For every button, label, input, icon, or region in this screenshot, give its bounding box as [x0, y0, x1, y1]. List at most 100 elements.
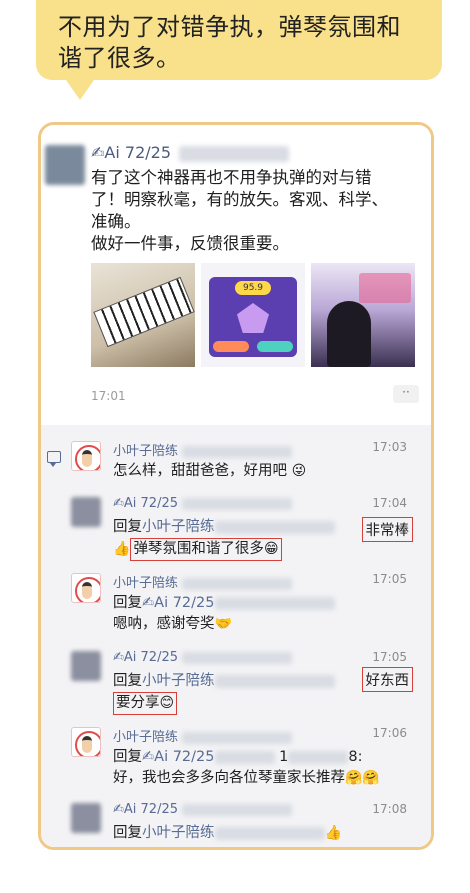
comment-author[interactable]: ✍Ai 72/25: [113, 650, 292, 665]
piano-keys: [93, 276, 195, 348]
post-text: 有了这个神器再也不用争执弹的对与错 了！明察秋毫，有的放矢。客观、科学、 准确。…: [91, 167, 421, 255]
post-image-app-score[interactable]: 95.9: [201, 263, 305, 367]
reply-to-link[interactable]: 小叶子陪练: [142, 673, 215, 689]
callout-line-1: 不用为了对错争执，弹琴氛围和: [58, 13, 401, 41]
redacted-text: [214, 674, 335, 688]
highlighted-text: 要分享: [116, 695, 160, 711]
comment-author-name[interactable]: ✍Ai 72/25: [113, 802, 178, 817]
avatar[interactable]: [71, 803, 101, 833]
redacted-name: [182, 731, 293, 744]
hug-emoji-icon: 🤗🤗: [345, 770, 380, 786]
avatar[interactable]: [71, 497, 101, 527]
reply-prefix: 回复: [113, 749, 142, 765]
reply-partial-text: 1: [279, 749, 289, 765]
post-image-poster[interactable]: [311, 263, 415, 367]
comment-author-name[interactable]: ✍Ai 72/25: [113, 650, 178, 665]
tongue-out-emoji-icon: 😜: [291, 463, 307, 479]
reply-to-link[interactable]: ✍Ai 72/25: [142, 749, 215, 765]
app-score: 95.9: [235, 281, 271, 295]
post-time: 17:01: [91, 389, 126, 403]
post-author[interactable]: ✍Ai 72/25: [91, 143, 289, 162]
smile-emoji-icon: 😊: [159, 695, 175, 711]
comment-item[interactable]: 小叶子陪练 17:06 回复✍Ai 72/25 1 8: 好，我也会多多向各位琴童…: [71, 726, 431, 791]
redacted-text: [214, 750, 275, 764]
comment-text-content: 嗯呐，感谢夸奖: [113, 616, 215, 632]
comment-author[interactable]: 小叶子陪练: [113, 440, 293, 459]
comment-text-content: 好，我也会多多向各位琴童家长推荐: [113, 770, 345, 786]
comment-author[interactable]: ✍Ai 72/25: [113, 496, 292, 511]
poster-title-block: [359, 273, 411, 303]
redacted-text: [214, 596, 335, 610]
reply-to-link[interactable]: 小叶子陪练: [142, 519, 215, 535]
post-line: 做好一件事，反馈很重要。: [91, 234, 289, 253]
avatar[interactable]: [71, 651, 101, 681]
post-line: 了！明察秋毫，有的放矢。客观、科学、: [91, 190, 388, 209]
reply-to-link[interactable]: ✍Ai 72/25: [142, 595, 215, 611]
redacted-name: [182, 803, 292, 816]
redacted-name: [182, 651, 292, 664]
redacted-name: [182, 445, 293, 458]
post-author-name[interactable]: ✍Ai 72/25: [91, 143, 171, 162]
reply-to-link[interactable]: 小叶子陪练: [142, 825, 215, 841]
comment-item[interactable]: 小叶子陪练 17:03 怎么样，甜甜爸爸，好用吧 😜: [71, 440, 431, 485]
redacted-name: [179, 145, 289, 162]
highlight-box: 弹琴氛围和谐了很多😁: [130, 538, 282, 561]
comment-author-name[interactable]: 小叶子陪练: [113, 444, 178, 459]
comment-time: 17:03: [372, 440, 407, 454]
comment-text: 回复✍Ai 72/25 1 8: 好，我也会多多向各位琴童家长推荐🤗🤗: [113, 747, 413, 789]
redacted-name: [182, 577, 293, 590]
redacted-text: [214, 826, 325, 840]
callout-tail: [66, 80, 94, 100]
redacted-name: [182, 497, 292, 510]
avatar[interactable]: [71, 441, 101, 471]
thumbs-up-emoji-icon: 👍: [324, 825, 342, 841]
avatar[interactable]: [71, 727, 101, 757]
reply-prefix: 回复: [113, 673, 142, 689]
handshake-emoji-icon: 🤝: [214, 616, 232, 632]
comment-author[interactable]: 小叶子陪练: [113, 572, 293, 591]
comment-author-name[interactable]: 小叶子陪练: [113, 576, 178, 591]
post-line: 准确。: [91, 212, 141, 231]
redacted-text: [214, 520, 335, 534]
moments-post: ✍Ai 72/25 有了这个神器再也不用争执弹的对与错 了！明察秋毫，有的放矢。…: [41, 125, 431, 415]
comment-time: 17:04: [372, 496, 407, 510]
thumbs-up-emoji-icon: 👍: [113, 541, 131, 557]
comment-item[interactable]: 小叶子陪练 17:05 回复✍Ai 72/25 嗯呐，感谢夸奖🤝: [71, 572, 431, 637]
post-image-piano[interactable]: [91, 263, 195, 367]
poster-person: [327, 301, 371, 367]
comment-time: 17:06: [372, 726, 407, 740]
highlighted-text: 弹琴氛围和谐了很多: [133, 541, 264, 557]
callout-banner: 不用为了对错争执，弹琴氛围和 谐了很多。: [36, 0, 442, 80]
redacted-text: [288, 750, 349, 764]
comment-time: 17:05: [372, 650, 407, 664]
comment-item[interactable]: ✍Ai 72/25 17:08 回复小叶子陪练 👍: [71, 802, 431, 847]
comment-item[interactable]: ✍Ai 72/25 17:05 回复小叶子陪练 要分享😊 好东西: [71, 650, 431, 715]
comment-text: 回复小叶子陪练 👍: [113, 823, 413, 844]
comment-author[interactable]: 小叶子陪练: [113, 726, 293, 745]
reply-prefix: 回复: [113, 595, 142, 611]
reply-prefix: 回复: [113, 825, 142, 841]
reply-prefix: 回复: [113, 519, 142, 535]
callout-line-2: 谐了很多。: [58, 44, 181, 72]
app-button-right: [257, 341, 293, 352]
comment-item[interactable]: ✍Ai 72/25 17:04 回复小叶子陪练 👍 弹琴氛围和谐了很多😁 非常棒: [71, 496, 431, 561]
post-images: 95.9: [91, 263, 415, 367]
more-options-button[interactable]: ··: [393, 385, 419, 403]
highlight-box-right: 好东西: [361, 667, 413, 692]
avatar[interactable]: [45, 145, 85, 185]
grin-emoji-icon: 😁: [263, 541, 279, 557]
post-line: 有了这个神器再也不用争执弹的对与错: [91, 168, 372, 187]
avatar[interactable]: [71, 573, 101, 603]
comment-author-name[interactable]: 小叶子陪练: [113, 730, 178, 745]
comment-author-name[interactable]: ✍Ai 72/25: [113, 496, 178, 511]
comment-time: 17:08: [372, 802, 407, 816]
highlight-box: 要分享😊: [113, 692, 178, 715]
comment-text-content: 怎么样，甜甜爸爸，好用吧: [113, 463, 287, 479]
comment-author[interactable]: ✍Ai 72/25: [113, 802, 292, 817]
moments-screenshot: ✍Ai 72/25 有了这个神器再也不用争执弹的对与错 了！明察秋毫，有的放矢。…: [38, 122, 434, 850]
app-button-left: [213, 341, 249, 352]
comment-time: 17:05: [372, 572, 407, 586]
comment-text: 回复✍Ai 72/25 嗯呐，感谢夸奖🤝: [113, 593, 413, 635]
reply-partial-text-end: 8:: [348, 749, 363, 765]
comment-icon: [47, 451, 61, 467]
